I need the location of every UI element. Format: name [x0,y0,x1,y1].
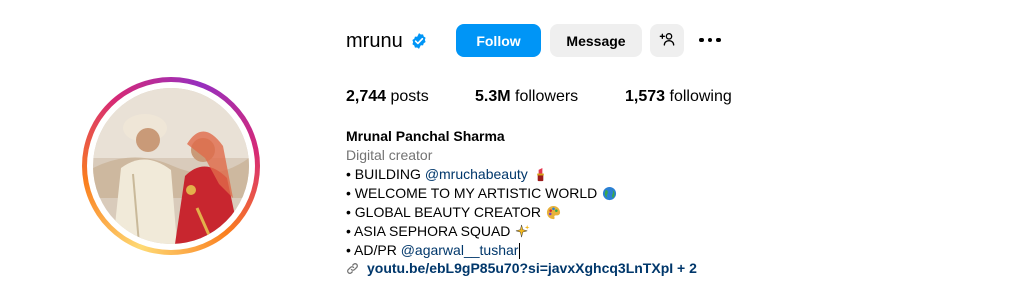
bio-line: • WELCOME TO MY ARTISTIC WORLD [346,184,617,203]
posts-number: 2,744 [346,88,387,105]
sparkles-icon [515,224,530,239]
followers-link[interactable]: 5.3M followers [475,88,578,106]
bio-line: • GLOBAL BEAUTY CREATOR [346,203,617,222]
dot [716,37,721,43]
followers-label: followers [515,88,579,105]
link-text: youtu.be/ebL9gP85u70?si=javxXghcq3LnTXpI… [367,260,697,276]
link-icon [346,262,359,275]
avatar[interactable] [93,88,249,244]
palette-icon [546,205,561,220]
lipstick-icon [533,167,548,182]
more-options-icon[interactable] [696,28,724,52]
username-row: mrunu [346,24,428,58]
verified-badge-icon [410,32,428,50]
bio: Mrunal Panchal Sharma Digital creator • … [346,127,617,260]
following-link[interactable]: 1,573 following [625,88,732,106]
followers-number: 5.3M [475,88,511,105]
bio-text: • ASIA SEPHORA SQUAD [346,223,511,239]
posts-count: 2,744 posts [346,88,429,106]
following-number: 1,573 [625,88,666,105]
bio-link[interactable]: youtu.be/ebL9gP85u70?si=javxXghcq3LnTXpI… [346,260,697,276]
mention-link[interactable]: @mruchabeauty [425,165,528,184]
bio-text: • BUILDING [346,166,425,182]
story-ring[interactable] [82,77,260,255]
message-button[interactable]: Message [550,24,642,57]
bio-line: • AD/PR @agarwal__tushar [346,241,617,260]
posts-label: posts [390,88,429,105]
username: mrunu [346,29,403,52]
globe-icon [602,186,617,201]
category-label: Digital creator [346,147,433,163]
full-name: Mrunal Panchal Sharma [346,128,505,144]
suggested-accounts-button[interactable] [650,24,684,57]
mention-link[interactable]: @agarwal__tushar [401,241,519,260]
following-label: following [669,88,732,105]
avatar-border [87,82,255,250]
dot [699,37,704,43]
dot [707,37,713,43]
bio-text: • WELCOME TO MY ARTISTIC WORLD [346,185,598,201]
follow-button[interactable]: Follow [456,24,541,57]
add-person-icon [659,31,675,50]
bio-text: • AD/PR [346,242,401,258]
avatar-photo-illustration [93,88,249,244]
text-cursor [519,242,521,259]
bio-line: • ASIA SEPHORA SQUAD [346,222,617,241]
bio-text: • GLOBAL BEAUTY CREATOR [346,204,541,220]
bio-line: • BUILDING @mruchabeauty [346,165,617,184]
